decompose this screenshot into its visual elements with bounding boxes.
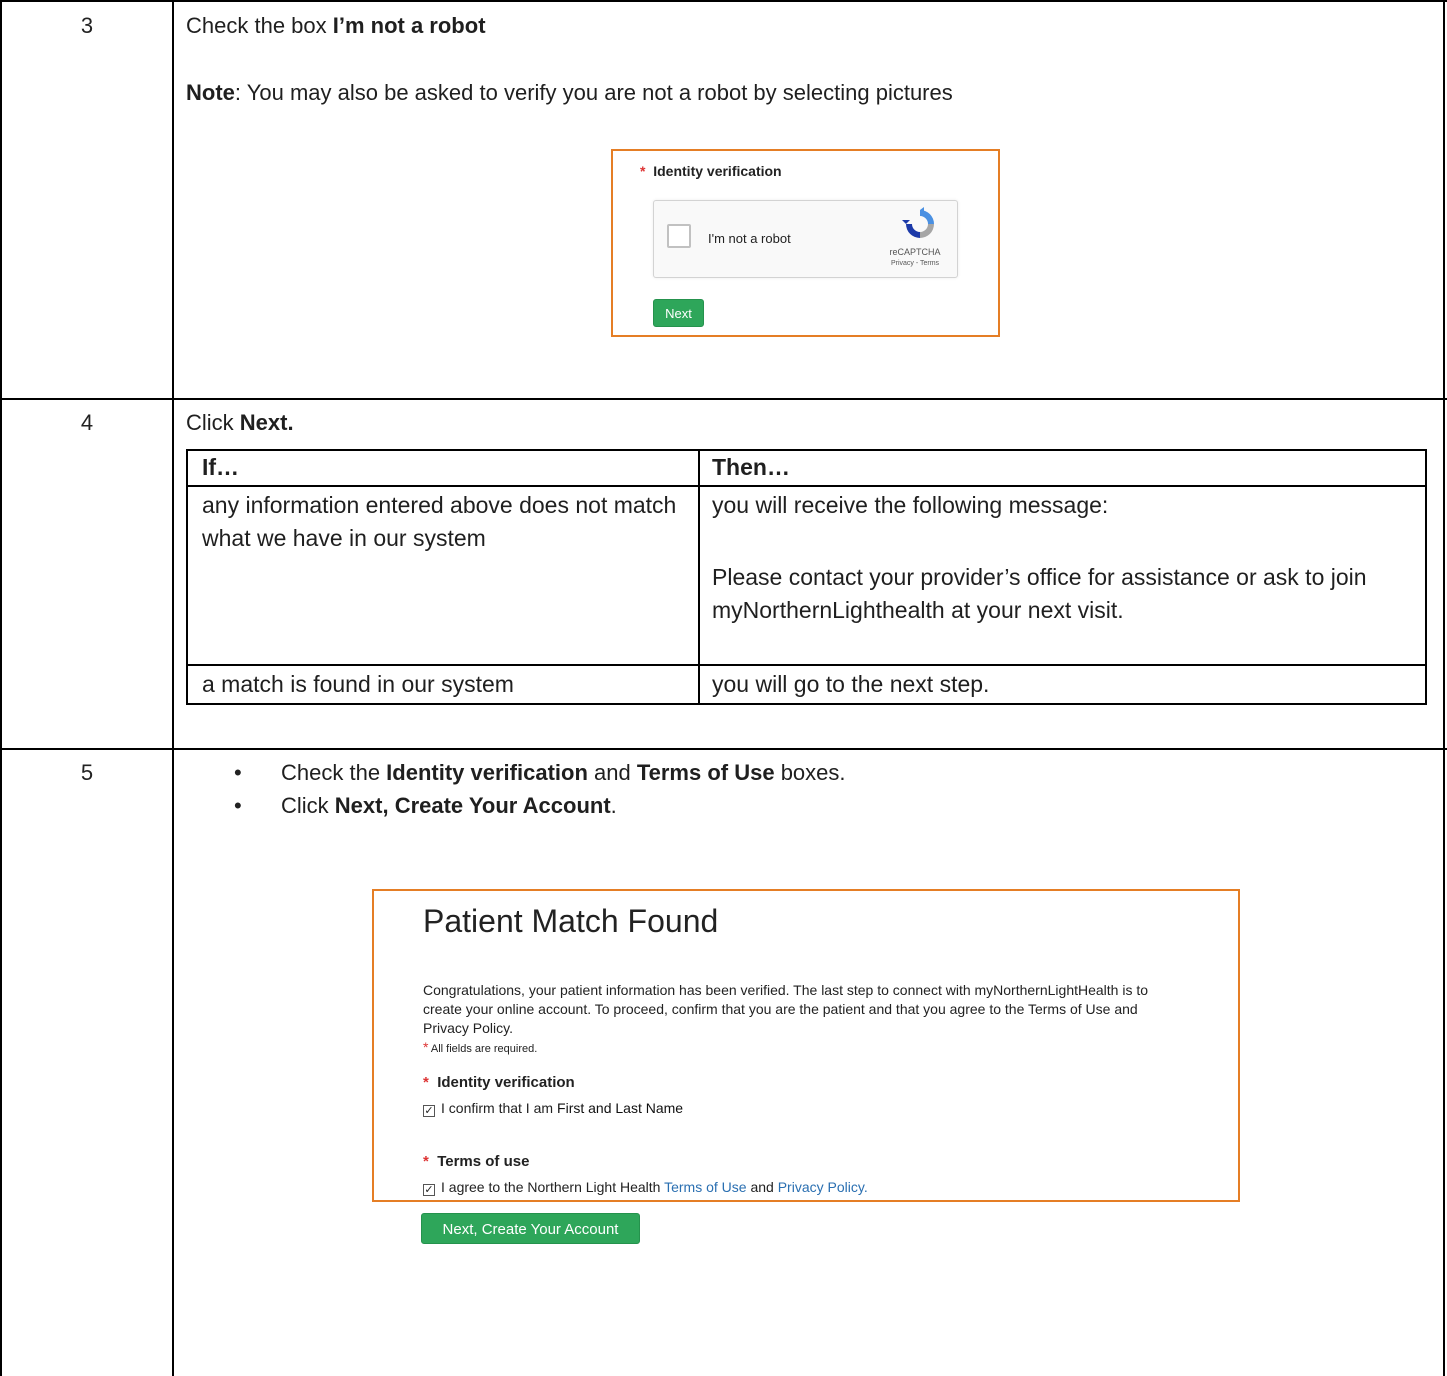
table-header-then: Then…	[712, 454, 790, 480]
table-line	[186, 449, 1427, 451]
note-label: Note	[186, 80, 235, 105]
required-marker: *	[640, 163, 646, 179]
terms-of-use-link[interactable]: Terms of Use	[664, 1179, 746, 1195]
terms-period: .	[863, 1179, 868, 1195]
step-number: 4	[80, 410, 94, 435]
bullet-text: boxes.	[774, 760, 846, 785]
create-account-button[interactable]: Next, Create Your Account	[421, 1213, 640, 1244]
not-robot-label: I'm not a robot	[708, 231, 791, 246]
bullet-bold: Terms of Use	[636, 760, 775, 785]
row-divider-4-5	[0, 748, 1447, 750]
bullet-icon: •	[234, 760, 242, 785]
column-divider	[172, 0, 174, 1376]
step5-bullet-2: Click Next, Create Your Account.	[281, 793, 617, 819]
table-cell-then: you will receive the following message:	[712, 492, 1109, 518]
recaptcha-label: reCAPTCHA	[889, 247, 941, 257]
table-header-if: If…	[202, 454, 240, 480]
table-line	[186, 703, 1427, 705]
table-line	[186, 449, 188, 705]
step-number: 5	[80, 760, 94, 785]
table-cell-then-message: Please contact your provider’s office fo…	[712, 564, 1367, 623]
table-line	[186, 485, 1427, 487]
instruction-text: Check the box	[186, 13, 333, 38]
table-border-left	[0, 0, 2, 1376]
terms-and: and	[750, 1179, 774, 1195]
bullet-text: Check the	[281, 760, 387, 785]
recaptcha-logo-icon	[902, 207, 934, 238]
captcha-screenshot: * Identity verification I'm not a robot …	[611, 149, 1000, 337]
table-border-top	[0, 0, 1447, 2]
bullet-icon: •	[234, 793, 242, 818]
table-cell-if: a match is found in our system	[202, 671, 514, 697]
terms-check-label: I agree to the Northern Light Health	[441, 1179, 661, 1195]
recaptcha-links[interactable]: Privacy - Terms	[876, 260, 954, 267]
step5-bullet-1: Check the Identity verification and Term…	[281, 760, 846, 786]
instruction-bold: I’m not a robot	[332, 13, 486, 38]
bullet-bold: Next, Create Your Account	[334, 793, 611, 818]
table-line	[1425, 449, 1427, 705]
bullet-text: Click	[281, 793, 335, 818]
step-number: 3	[80, 13, 94, 38]
instruction-bold: Next.	[239, 410, 294, 435]
row-divider-3-4	[0, 398, 1447, 400]
terms-agree-row: ✓ I agree to the Northern Light Health Te…	[423, 1179, 868, 1196]
identity-verification-heading: * Identity verification	[640, 163, 782, 179]
required-marker: *	[423, 1153, 429, 1170]
next-button[interactable]: Next	[653, 299, 704, 327]
patient-match-terms-layer: * Terms of use ✓ I agree to the Northern …	[372, 889, 1240, 1244]
terms-heading-row: * Terms of use	[423, 1153, 529, 1170]
bullet-text: and	[587, 760, 637, 785]
recaptcha-widget: I'm not a robot reCAPTCHA Privacy - Term…	[653, 200, 958, 278]
note-text: : You may also be asked to verify you ar…	[234, 80, 953, 105]
step3-note: Note: You may also be asked to verify yo…	[186, 80, 953, 106]
identity-label: Identity verification	[653, 163, 782, 179]
table-cell-if: any information entered above does not m…	[202, 492, 677, 551]
not-robot-checkbox[interactable]	[667, 224, 691, 248]
bullet-text: .	[610, 793, 617, 818]
privacy-policy-link[interactable]: Privacy Policy	[778, 1179, 864, 1195]
table-line	[186, 664, 1427, 666]
table-cell-then: you will go to the next step.	[712, 671, 990, 697]
bullet-bold: Identity verification	[386, 760, 588, 785]
if-then-table: If… Then… any information entered above …	[186, 449, 1427, 705]
instruction-text: Click	[186, 410, 240, 435]
terms-label: Terms of use	[437, 1153, 530, 1170]
table-border-right	[1443, 0, 1445, 1376]
terms-checkbox[interactable]: ✓	[423, 1184, 435, 1196]
step4-instruction: Click Next.	[186, 410, 294, 436]
table-line	[698, 449, 700, 705]
step3-instruction: Check the box I’m not a robot	[186, 13, 486, 39]
